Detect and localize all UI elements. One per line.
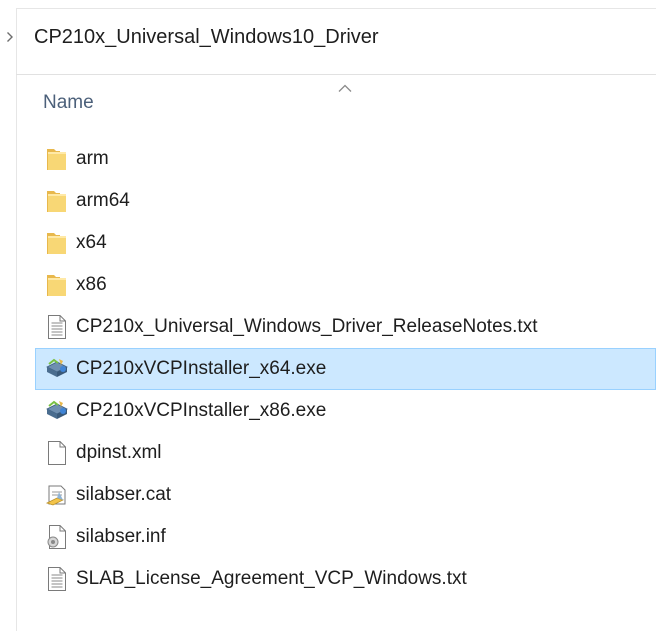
pane-top-border — [16, 8, 656, 9]
file-name: silabser.inf — [76, 526, 166, 547]
file-name: silabser.cat — [76, 484, 172, 505]
file-name: arm64 — [76, 190, 130, 211]
file-name: SLAB_License_Agreement_VCP_Windows.txt — [76, 568, 467, 589]
file-name: CP210xVCPInstaller_x64.exe — [76, 358, 327, 379]
file-row[interactable]: silabser.inf — [35, 516, 656, 558]
header-divider — [16, 74, 656, 75]
catalog-icon — [45, 482, 69, 508]
file-name: dpinst.xml — [76, 442, 162, 463]
file-row[interactable]: CP210xVCPInstaller_x86.exe — [35, 390, 656, 432]
installer-icon — [45, 398, 69, 424]
sort-ascending-icon — [337, 80, 353, 92]
text-file-icon — [45, 566, 69, 592]
breadcrumb-folder[interactable]: CP210x_Universal_Windows10_Driver — [34, 26, 379, 49]
pane-left-border — [16, 8, 17, 631]
breadcrumb: CP210x_Universal_Windows10_Driver — [0, 18, 656, 56]
file-row[interactable]: SLAB_License_Agreement_VCP_Windows.txt — [35, 558, 656, 600]
file-row[interactable]: CP210xVCPInstaller_x64.exe — [35, 348, 656, 390]
file-row[interactable]: x64 — [35, 222, 656, 264]
file-name: x86 — [76, 274, 107, 295]
file-list: arm arm64 x64 x86 CP210x_Universal_Windows_D… — [35, 138, 656, 600]
file-row[interactable]: x86 — [35, 264, 656, 306]
folder-icon — [45, 272, 69, 298]
folder-icon — [45, 188, 69, 214]
file-row[interactable]: CP210x_Universal_Windows_Driver_ReleaseN… — [35, 306, 656, 348]
chevron-right-icon[interactable] — [6, 31, 30, 43]
file-name: CP210x_Universal_Windows_Driver_ReleaseN… — [76, 316, 538, 337]
folder-icon — [45, 146, 69, 172]
file-name: arm — [76, 148, 109, 169]
file-row[interactable]: arm64 — [35, 180, 656, 222]
file-row[interactable]: silabser.cat — [35, 474, 656, 516]
file-row[interactable]: arm — [35, 138, 656, 180]
file-name: x64 — [76, 232, 107, 253]
settings-file-icon — [45, 524, 69, 550]
column-header-name[interactable]: Name — [43, 92, 94, 114]
folder-icon — [45, 230, 69, 256]
file-row[interactable]: dpinst.xml — [35, 432, 656, 474]
text-file-icon — [45, 314, 69, 340]
file-name: CP210xVCPInstaller_x86.exe — [76, 400, 327, 421]
installer-icon — [45, 356, 69, 382]
blank-file-icon — [45, 440, 69, 466]
